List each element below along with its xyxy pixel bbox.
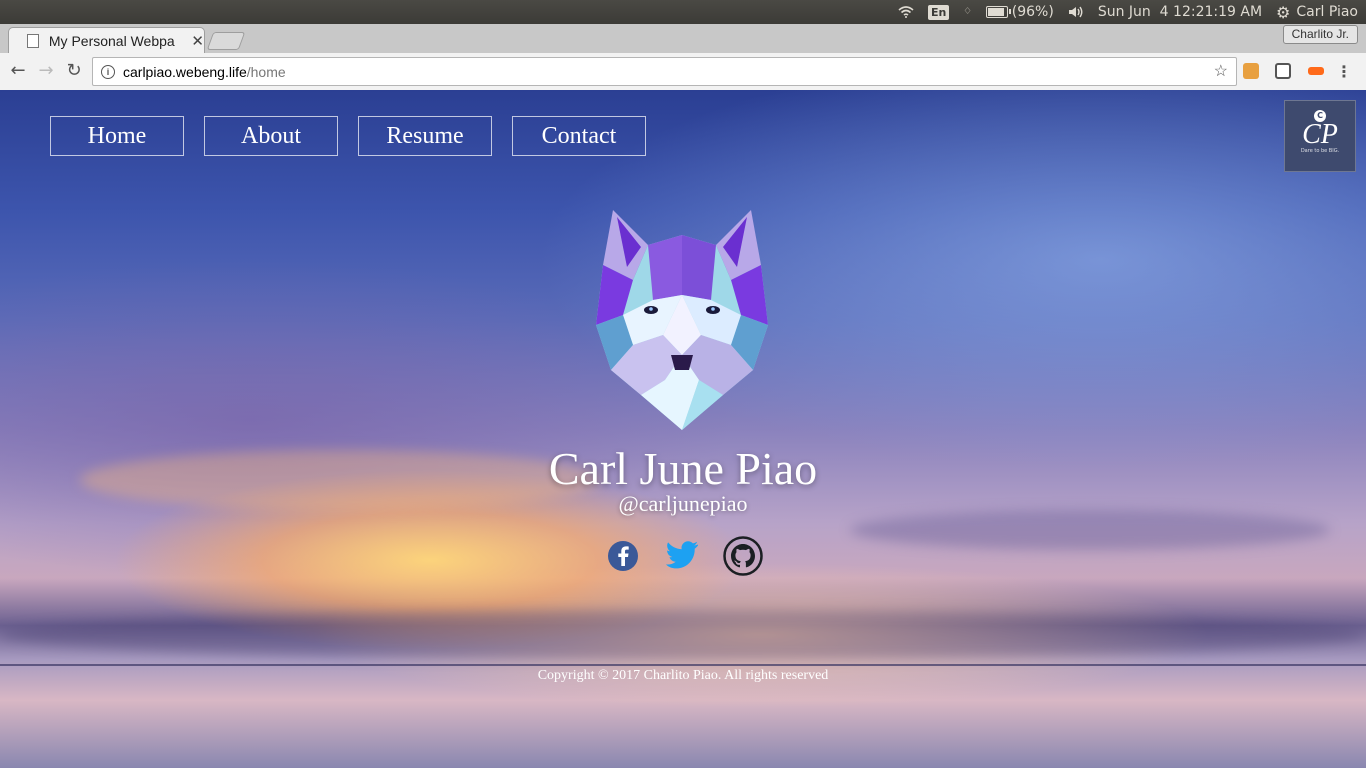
url-host: carlpiao.webeng.life [123,63,247,80]
github-icon[interactable] [723,536,763,576]
browser-tab[interactable]: My Personal Webpa ✕ [8,27,205,54]
username: Carl Piao [1296,4,1358,20]
new-tab-button[interactable] [206,32,246,50]
extension-icon[interactable] [1308,67,1324,75]
profile-handle: @carljunepiao [618,491,748,516]
battery-indicator[interactable]: (96%) [985,0,1054,24]
volume-icon[interactable] [1068,0,1084,24]
url-path: /home [246,63,286,80]
site-logo[interactable]: C CP Dare to be BIG. [1284,100,1356,172]
wifi-icon[interactable] [898,0,914,24]
browser-toolbar: ← → ↻ i carlpiao.webeng.life/home ☆ ⋮ [0,53,1366,91]
tab-title: My Personal Webpa [48,33,175,49]
background-cloud [0,610,1366,660]
footer-copyright: Copyright © 2017 Charlito Piao. All righ… [537,668,829,683]
social-links [607,536,767,576]
back-arrow-icon[interactable]: ← [8,61,28,81]
main-nav: Home About Resume Contact [50,116,666,156]
bookmark-star-icon[interactable]: ☆ [1214,61,1228,81]
close-icon[interactable]: ✕ [191,32,204,50]
profile-button[interactable]: Charlito Jr. [1282,25,1358,44]
nav-resume[interactable]: Resume [358,116,492,156]
nav-home[interactable]: Home [50,116,184,156]
keyboard-layout-indicator[interactable]: En [928,0,950,24]
logo-tagline: Dare to be BIG. [1300,148,1340,154]
battery-percent: (96%) [1011,4,1054,20]
facebook-icon[interactable] [607,540,639,572]
profile-name: Carl June Piao [548,443,818,494]
gear-icon: ⚙ [1276,2,1291,22]
horizon-line [0,664,1366,666]
battery-icon [985,6,1011,18]
wolf-avatar [596,210,768,430]
tab-strip: My Personal Webpa ✕ Charlito Jr. [0,24,1366,54]
os-top-panel: En ᛜ (96%) Sun Jun 4 12:21:19 AM ⚙ Carl … [0,0,1366,24]
address-bar[interactable]: i carlpiao.webeng.life/home ☆ [92,57,1237,86]
nav-contact[interactable]: Contact [512,116,646,156]
info-icon[interactable]: i [101,64,115,79]
extension-icon[interactable] [1275,63,1291,79]
page-viewport: Home About Resume Contact C CP Dare to b… [0,90,1366,768]
session-menu[interactable]: ⚙ Carl Piao [1276,0,1358,24]
chrome-menu-icon[interactable]: ⋮ [1336,62,1352,81]
twitter-icon[interactable] [665,541,699,571]
bluetooth-icon[interactable]: ᛜ [963,0,971,24]
clock[interactable]: Sun Jun 4 12:21:19 AM [1098,0,1262,24]
reload-icon[interactable]: ↻ [64,61,84,81]
page-icon [27,34,39,48]
extension-icon[interactable] [1243,63,1259,79]
forward-arrow-icon[interactable]: → [36,61,56,81]
lang-badge: En [928,4,950,20]
nav-about[interactable]: About [204,116,338,156]
logo-monogram: CP [1302,119,1338,150]
